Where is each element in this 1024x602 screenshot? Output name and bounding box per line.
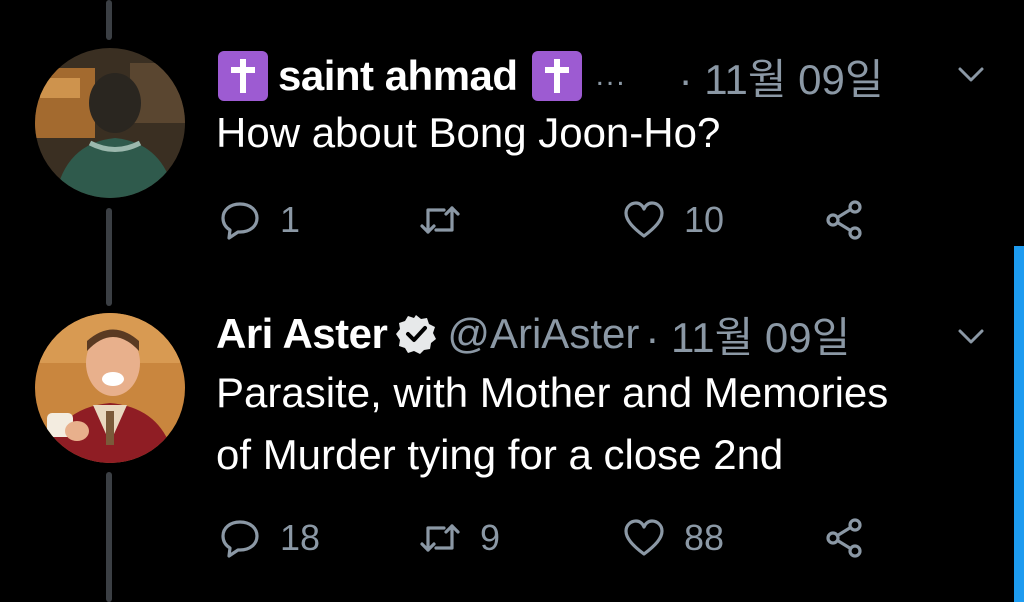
display-name[interactable]: Ari Aster — [216, 310, 388, 358]
heart-icon — [624, 519, 664, 556]
display-name[interactable]: saint ahmad — [278, 52, 518, 100]
tweet-text-line: of Murder tying for a close 2nd — [216, 431, 784, 478]
like-button[interactable]: 10 — [622, 198, 724, 242]
share-button[interactable] — [822, 516, 866, 560]
reply-button[interactable]: 1 — [218, 198, 300, 242]
tweet-ari-aster[interactable]: Ari Aster @AriAster · 11월 09일 Parasite, … — [216, 306, 994, 486]
thread-line-top — [106, 0, 112, 40]
share-button[interactable] — [822, 198, 866, 242]
tweet-header: saint ahmad ... · 11월 09일 — [216, 48, 994, 104]
avatar-ari-aster[interactable] — [35, 313, 185, 463]
tweet-text: Parasite, with Mother and Memories of Mu… — [216, 362, 994, 486]
thread-line-bottom — [106, 472, 112, 602]
tweet-saint-ahmad[interactable]: saint ahmad ... · 11월 09일 How about Bong… — [216, 48, 994, 164]
share-icon — [826, 518, 862, 558]
tweet-date[interactable]: · 11월 09일 — [679, 46, 884, 107]
thread-line-middle — [106, 208, 112, 306]
latin-cross-icon — [218, 51, 268, 101]
latin-cross-icon — [531, 51, 582, 101]
retweet-icon — [420, 206, 460, 234]
avatar-saint-ahmad[interactable] — [35, 48, 185, 198]
tweet-header: Ari Aster @AriAster · 11월 09일 — [216, 306, 994, 362]
tweet-actions: 18 9 88 — [218, 516, 918, 562]
retweet-button[interactable]: 9 — [418, 516, 500, 560]
tweet-text: How about Bong Joon-Ho? — [216, 109, 721, 156]
retweet-count: 9 — [480, 517, 501, 558]
tweet-actions: 1 10 — [218, 198, 918, 244]
chevron-down-icon[interactable] — [954, 60, 988, 90]
like-count: 10 — [684, 199, 725, 240]
retweet-icon — [420, 524, 460, 552]
retweet-button[interactable] — [418, 198, 480, 242]
user-handle[interactable]: @AriAster — [447, 310, 639, 358]
reply-count: 1 — [280, 199, 301, 240]
heart-icon — [624, 201, 664, 238]
scrollbar[interactable] — [1014, 246, 1024, 602]
like-count: 88 — [684, 517, 725, 558]
verified-badge-icon — [396, 315, 437, 354]
truncated-handle: ... — [595, 59, 627, 92]
share-icon — [826, 200, 862, 240]
tweet-text-line: Parasite, with Mother and Memories — [216, 369, 889, 416]
tweet-date[interactable]: · 11월 09일 — [645, 304, 850, 365]
reply-icon — [221, 202, 259, 240]
reply-icon — [221, 520, 259, 558]
reply-count: 18 — [280, 517, 321, 558]
like-button[interactable]: 88 — [622, 516, 724, 560]
chevron-down-icon[interactable] — [954, 322, 988, 352]
reply-button[interactable]: 18 — [218, 516, 320, 560]
